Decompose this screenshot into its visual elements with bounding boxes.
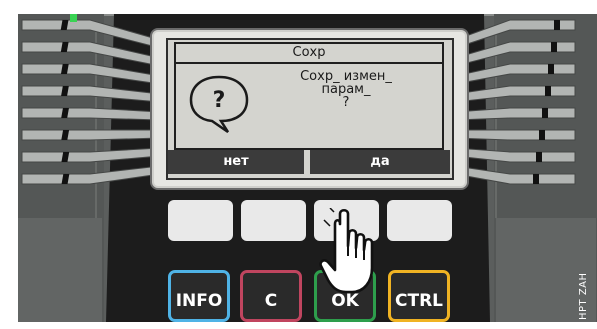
softkey-bar: нет да (168, 150, 450, 174)
question-bubble-icon: ? (189, 75, 249, 134)
device-scene: Сохр ? Сохр_ измен_ парам_ ? нет да INFO… (0, 0, 597, 322)
softkey-no[interactable]: нет (168, 150, 304, 174)
dialog-message-line: ? (342, 95, 350, 110)
info-key[interactable]: INFO (168, 270, 230, 322)
status-led-icon (70, 14, 77, 22)
confirm-dialog: Сохр ? Сохр_ измен_ парам_ ? (174, 42, 444, 150)
dialog-title: Сохр (176, 44, 442, 64)
c-key[interactable]: C (240, 270, 302, 322)
ctrl-key[interactable]: CTRL (388, 270, 450, 322)
softkey-button-4[interactable] (387, 200, 452, 241)
side-label: HPT ZAH (578, 272, 589, 320)
svg-text:?: ? (213, 88, 226, 113)
softkey-button-1[interactable] (168, 200, 233, 241)
pointing-hand-icon (319, 208, 374, 294)
dialog-message: Сохр_ измен_ парам_ ? (266, 70, 426, 109)
softkey-button-2[interactable] (241, 200, 306, 241)
softkey-yes[interactable]: да (310, 150, 450, 174)
